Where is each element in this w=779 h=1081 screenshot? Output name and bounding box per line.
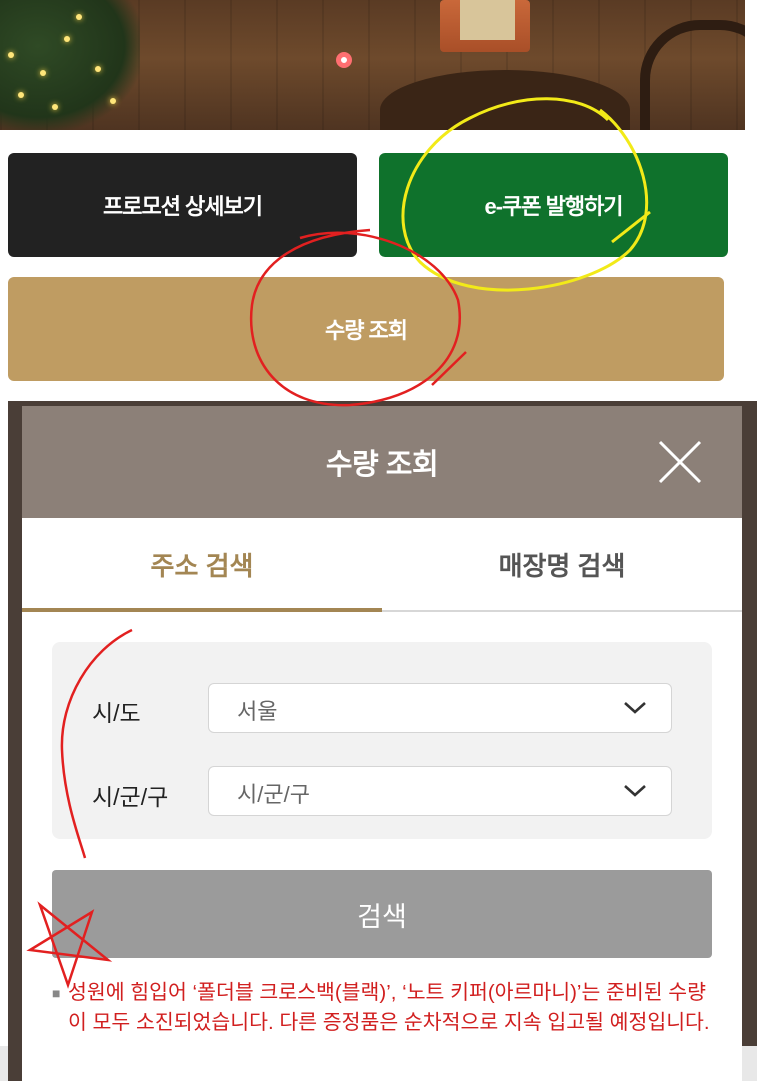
stock-notice: ■ 성원에 힘입어 ‘폴더블 크로스백(블랙)’, ‘노트 키퍼(아르마니)’는… xyxy=(52,978,714,1038)
issue-ecoupon-label: e-쿠폰 발행하기 xyxy=(484,194,623,219)
address-form: 시/도 서울 시/군/구 시/군/구 xyxy=(52,642,712,839)
promotion-details-button[interactable]: 프로모션 상세보기 xyxy=(8,153,357,257)
issue-ecoupon-button[interactable]: e-쿠폰 발행하기 xyxy=(379,153,728,257)
promotion-details-label: 프로모션 상세보기 xyxy=(102,194,263,219)
tab-address-search-label: 주소 검색 xyxy=(150,550,254,581)
province-select[interactable]: 서울 xyxy=(208,683,672,733)
christmas-tree-image xyxy=(0,0,140,130)
province-label: 시/도 xyxy=(92,700,141,726)
promo-banner xyxy=(0,0,745,130)
carousel-dot-icon[interactable] xyxy=(336,52,352,68)
page-edge xyxy=(0,1046,8,1081)
stock-notice-text: 성원에 힘입어 ‘폴더블 크로스백(블랙)’, ‘노트 키퍼(아르마니)’는 준… xyxy=(68,981,710,1034)
tree-light xyxy=(110,98,116,104)
tree-light xyxy=(40,70,46,76)
district-select[interactable]: 시/군/구 xyxy=(208,766,672,816)
tab-store-name-search[interactable]: 매장명 검색 xyxy=(382,518,742,610)
bullet-icon: ■ xyxy=(52,985,61,1001)
stock-check-label: 수량 조회 xyxy=(324,318,408,343)
close-icon[interactable] xyxy=(656,438,704,486)
tab-store-name-search-label: 매장명 검색 xyxy=(498,550,626,581)
tree-light xyxy=(8,52,14,58)
tree-light xyxy=(64,36,70,42)
tree-light xyxy=(52,104,58,110)
page-edge xyxy=(742,1046,757,1081)
province-value: 서울 xyxy=(237,699,278,724)
gift-box-image xyxy=(460,0,515,40)
tree-light xyxy=(18,92,24,98)
search-tabs: 주소 검색 매장명 검색 xyxy=(22,518,742,612)
district-value: 시/군/구 xyxy=(237,782,310,807)
search-button-label: 검색 xyxy=(357,901,407,932)
chevron-down-icon xyxy=(624,785,646,797)
stock-check-modal: 수량 조회 주소 검색 매장명 검색 시/도 서울 시/군/구 시/군/구 검색… xyxy=(22,406,742,1081)
modal-header: 수량 조회 xyxy=(22,406,742,518)
stock-check-button[interactable]: 수량 조회 xyxy=(8,277,724,381)
chevron-down-icon xyxy=(624,702,646,714)
search-button[interactable]: 검색 xyxy=(52,870,712,958)
modal-title: 수량 조회 xyxy=(325,449,439,481)
tree-light xyxy=(95,66,101,72)
district-label: 시/군/구 xyxy=(92,784,169,810)
tab-address-search[interactable]: 주소 검색 xyxy=(22,518,382,612)
tree-light xyxy=(76,14,82,20)
